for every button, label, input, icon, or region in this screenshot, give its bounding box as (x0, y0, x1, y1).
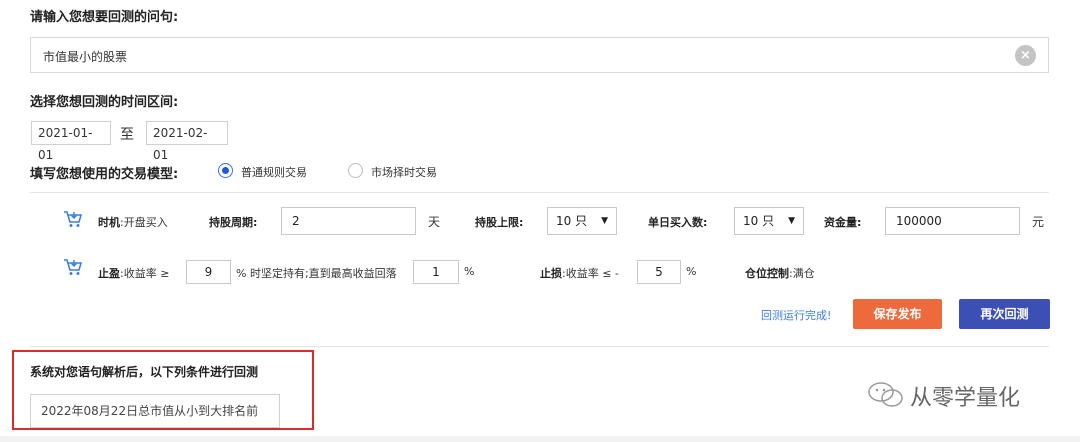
start-date-input[interactable]: 2021-01-01 (31, 121, 111, 162)
take-profit-label: 止盈 (98, 267, 120, 280)
capital-unit: 元 (1032, 215, 1045, 229)
take-profit: 止盈:收益率 ≥ (98, 265, 169, 281)
position-value: :满仓 (789, 267, 815, 280)
stop-loss: 止损:收益率 ≤ - (540, 265, 619, 281)
radio-normal-trading-label: 普通规则交易 (241, 166, 307, 179)
daily-buy-label: 单日买入数: (648, 216, 708, 229)
take-profit-mid: % 时坚定持有;直到最高收益回落 (236, 267, 397, 280)
hold-period-input[interactable]: 2 (281, 207, 416, 235)
query-input[interactable]: 市值最小的股票 × (30, 37, 1049, 73)
timing: 时机:开盘买入 (98, 214, 168, 230)
stop-loss-label: 止损 (540, 267, 562, 280)
capital-input[interactable]: 100000 (885, 207, 1020, 235)
divider (30, 192, 1049, 193)
wechat-icon (868, 382, 903, 407)
cart-icon (64, 259, 83, 275)
radio-normal-trading[interactable] (218, 163, 233, 178)
drawdown-input[interactable]: 1 (413, 260, 459, 284)
radio-market-timing[interactable] (348, 163, 363, 178)
position-control: 仓位控制:满仓 (745, 265, 815, 281)
date-separator: 至 (120, 127, 134, 143)
radio-market-timing-label: 市场择时交易 (371, 166, 437, 179)
bottom-border (0, 436, 1080, 442)
stop-loss-input[interactable]: 5 (637, 260, 681, 284)
stop-loss-pct: % (686, 265, 697, 278)
take-profit-text: :收益率 ≥ (120, 267, 170, 280)
model-label: 填写您想使用的交易模型: (30, 167, 179, 182)
period-label: 选择您想回测的时间区间: (30, 95, 179, 110)
position-label: 仓位控制 (745, 267, 789, 280)
timing-label: 时机 (98, 216, 120, 229)
query-input-value: 市值最小的股票 (43, 50, 128, 64)
parsed-condition: 2022年08月22日总市值从小到大排名前10 (30, 394, 280, 442)
hold-limit-value: 10 只 (556, 214, 588, 228)
result-title: 系统对您语句解析后，以下列条件进行回测 (30, 365, 259, 379)
take-profit-input[interactable]: 9 (186, 260, 231, 284)
daily-buy-value: 10 只 (743, 214, 775, 228)
save-publish-button[interactable]: 保存发布 (853, 299, 942, 329)
rerun-button[interactable]: 再次回测 (959, 299, 1050, 329)
watermark-text: 从零学量化 (910, 386, 1021, 411)
end-date-input[interactable]: 2021-02-01 (146, 121, 228, 162)
capital-label: 资金量: (824, 216, 862, 229)
hold-limit-select[interactable]: 10 只 ▼ (547, 207, 617, 235)
timing-value: :开盘买入 (120, 216, 168, 229)
divider (30, 346, 1049, 347)
hold-limit-label: 持股上限: (475, 216, 524, 229)
daily-buy-select[interactable]: 10 只 ▼ (734, 207, 804, 235)
stop-loss-text: :收益率 ≤ - (562, 267, 619, 280)
hold-period-unit: 天 (428, 215, 441, 229)
dropdown-arrow-icon: ▼ (601, 216, 608, 226)
drawdown-pct: % (464, 265, 475, 278)
query-label: 请输入您想要回测的问句: (30, 10, 179, 25)
hold-period-label: 持股周期: (209, 216, 258, 229)
cart-icon (64, 211, 83, 227)
run-status: 回测运行完成! (761, 309, 832, 322)
clear-icon[interactable]: × (1015, 45, 1036, 66)
dropdown-arrow-icon: ▼ (788, 216, 795, 226)
